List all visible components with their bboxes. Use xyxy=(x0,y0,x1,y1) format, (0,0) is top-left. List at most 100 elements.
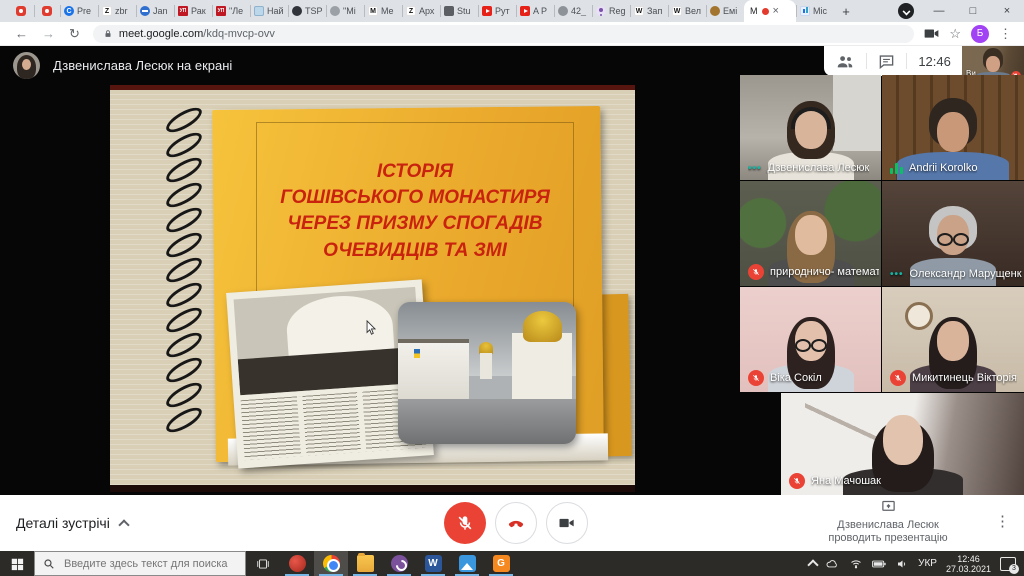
url-host: meet.google.com xyxy=(119,28,203,40)
address-bar[interactable]: meet.google.com /kdq-mvcp-ovv xyxy=(93,25,914,43)
browser-tab[interactable]: УПРак xyxy=(174,0,212,22)
tile-menu-icon[interactable]: ••• xyxy=(748,163,762,174)
monastery-photo xyxy=(398,302,576,444)
divider xyxy=(906,53,907,69)
pinned-tab-1[interactable] xyxy=(8,0,34,22)
battery-icon[interactable] xyxy=(872,558,886,570)
tab-search-icon[interactable] xyxy=(898,3,914,19)
slide-title-line: ЧЕРЕЗ ПРИЗМУ СПОГАДІВ xyxy=(257,211,573,237)
crowd-graphic xyxy=(238,346,422,395)
start-button[interactable] xyxy=(0,551,34,576)
participant-name: Микитинець Вікторія xyxy=(912,372,1017,384)
browser-tab[interactable]: Емі xyxy=(706,0,744,22)
word-icon: W xyxy=(425,555,442,572)
browser-tab[interactable]: Zzbr xyxy=(98,0,136,22)
taskbar-app-word[interactable]: W xyxy=(416,551,450,576)
g-app-icon: G xyxy=(493,555,510,572)
taskbar-search-box[interactable] xyxy=(34,551,246,576)
window-minimize-button[interactable]: — xyxy=(922,0,956,22)
taskbar-app-g[interactable]: G xyxy=(484,551,518,576)
browser-tab[interactable]: Stu xyxy=(440,0,478,22)
divider xyxy=(866,53,867,69)
participants-icon[interactable] xyxy=(835,53,855,69)
browser-tab[interactable]: WВел xyxy=(668,0,706,22)
taskbar-app-viber[interactable] xyxy=(382,551,416,576)
meeting-details-button[interactable]: Деталі зустрічі xyxy=(16,515,128,531)
participant-tile[interactable]: природничо- математич... xyxy=(740,181,881,286)
browser-tab[interactable]: Jan xyxy=(136,0,174,22)
present-to-all-icon xyxy=(880,499,897,514)
new-tab-button[interactable]: + xyxy=(834,0,858,22)
participant-tile[interactable]: Микитинець Вікторія xyxy=(882,287,1024,392)
more-options-icon[interactable]: ⋮ xyxy=(995,512,1010,530)
url-path: /kdq-mvcp-ovv xyxy=(203,28,904,40)
chat-icon[interactable] xyxy=(878,54,895,69)
youtube-favicon xyxy=(482,6,492,16)
slide-title-line: ІСТОРІЯ xyxy=(257,159,573,185)
mic-muted-icon xyxy=(890,370,906,386)
task-view-button[interactable] xyxy=(246,551,280,576)
chrome-icon xyxy=(323,555,340,572)
wikipedia-favicon: W xyxy=(672,6,682,16)
taskbar-app-chrome[interactable] xyxy=(314,551,348,576)
tile-menu-icon[interactable]: ••• xyxy=(890,269,904,280)
participant-tile[interactable]: •••Дзвенислава Лесюк xyxy=(740,75,881,180)
window-close-button[interactable]: × xyxy=(990,0,1024,22)
browser-tab[interactable]: Reg xyxy=(592,0,630,22)
browser-tab[interactable]: "Mi xyxy=(326,0,364,22)
tab-favicon: M xyxy=(368,6,378,16)
window-maximize-button[interactable]: □ xyxy=(956,0,990,22)
ukraine-flag-graphic xyxy=(414,349,420,358)
browser-tab[interactable]: 42_ xyxy=(554,0,592,22)
globe-favicon xyxy=(710,6,720,16)
reload-icon[interactable]: ↻ xyxy=(69,27,80,40)
browser-tab[interactable]: УП"Ле xyxy=(212,0,250,22)
browser-tab[interactable]: TSP xyxy=(288,0,326,22)
browser-tab[interactable]: A P xyxy=(516,0,554,22)
pinned-tab-2[interactable] xyxy=(34,0,60,22)
pinned-favicon xyxy=(16,6,26,16)
participant-tile[interactable]: Віка Сокіл xyxy=(740,287,881,392)
tab-close-icon[interactable]: × xyxy=(773,5,779,17)
hang-up-button[interactable] xyxy=(495,502,537,544)
browser-tab[interactable]: CPre xyxy=(60,0,98,22)
browser-menu-icon[interactable]: ⋮ xyxy=(999,26,1012,42)
presenting-name: Дзвенислава Лесюк xyxy=(798,519,978,532)
browser-tab[interactable]: Най xyxy=(250,0,288,22)
browser-tab[interactable]: MMe xyxy=(364,0,402,22)
participant-tile[interactable]: •••Олександр Марущенко xyxy=(882,181,1024,286)
window-controls: — □ × xyxy=(890,0,1024,22)
tab-camera-indicator-icon[interactable] xyxy=(924,28,939,39)
browser-tab[interactable]: Рут xyxy=(478,0,516,22)
participant-tile[interactable]: Andrii Korolko xyxy=(882,75,1024,180)
browser-tab-active-meet[interactable]: M × xyxy=(744,0,796,22)
bookmark-star-icon[interactable]: ☆ xyxy=(949,26,961,42)
taskbar-app-ccleaner[interactable] xyxy=(280,551,314,576)
browser-tab[interactable]: Міс xyxy=(796,0,834,22)
presenting-text: проводить презентацію xyxy=(798,532,978,545)
tab-favicon xyxy=(254,6,264,16)
action-center-icon[interactable]: 3 xyxy=(1000,557,1016,571)
taskbar-app-explorer[interactable] xyxy=(348,551,382,576)
speaker-icon[interactable] xyxy=(895,558,909,570)
tab-media-indicator xyxy=(762,8,769,15)
taskbar-clock[interactable]: 12:46 27.03.2021 xyxy=(946,554,991,574)
taskbar-app-photos[interactable] xyxy=(450,551,484,576)
browser-tab[interactable]: WЗап xyxy=(630,0,668,22)
search-input[interactable] xyxy=(62,557,237,571)
onedrive-cloud-icon[interactable] xyxy=(826,558,840,570)
wifi-icon[interactable] xyxy=(849,558,863,570)
hidden-icons-chevron[interactable] xyxy=(807,559,818,570)
tab-favicon: УП xyxy=(178,6,188,16)
back-icon[interactable]: ← xyxy=(15,27,28,40)
mic-muted-icon xyxy=(748,264,764,280)
ccleaner-icon xyxy=(289,555,306,572)
browser-tab[interactable]: ZАрх xyxy=(402,0,440,22)
speaking-indicator xyxy=(890,162,903,174)
mic-toggle-button[interactable] xyxy=(444,502,486,544)
language-indicator[interactable]: УКР xyxy=(918,558,937,569)
participant-tile[interactable]: Яна Мачошак xyxy=(781,393,1024,495)
camera-toggle-button[interactable] xyxy=(546,502,588,544)
forward-icon[interactable]: → xyxy=(42,27,55,40)
profile-avatar[interactable]: Б xyxy=(971,25,989,43)
